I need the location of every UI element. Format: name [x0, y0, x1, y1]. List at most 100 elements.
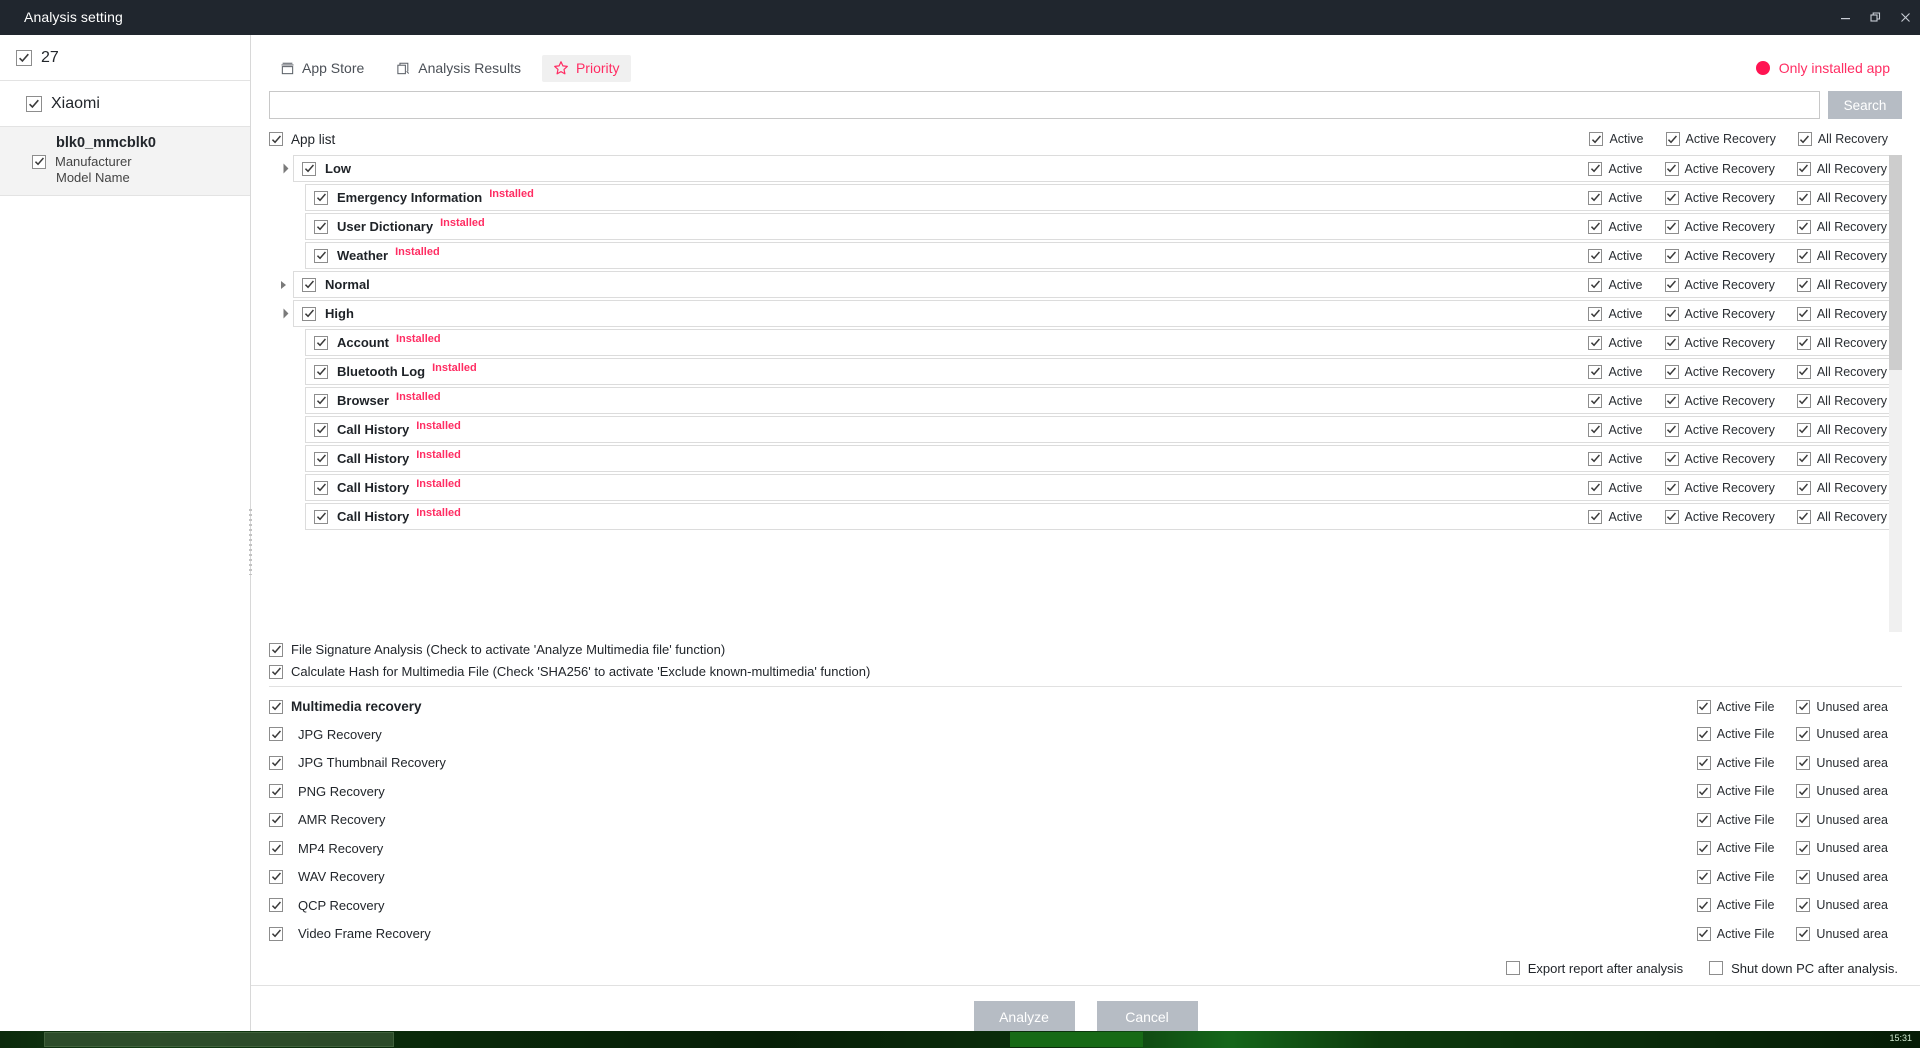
- app-2-5-2-option-checkbox[interactable]: [1796, 480, 1811, 495]
- app-0-1-2-option-checkbox[interactable]: [1796, 219, 1811, 234]
- app-2-1-2-option[interactable]: All Recovery: [1796, 364, 1887, 379]
- file-signature-analysis-row[interactable]: File Signature Analysis (Check to activa…: [269, 642, 1902, 657]
- multimedia-item-row[interactable]: WAV Recovery Active File Unused area: [251, 863, 1920, 892]
- app-2-3-0-option-checkbox[interactable]: [1588, 422, 1603, 437]
- app-2-6-0-option-checkbox[interactable]: [1588, 509, 1603, 524]
- sidebar-vendor-row[interactable]: Xiaomi: [0, 81, 250, 127]
- app-2-3-2-option[interactable]: All Recovery: [1796, 422, 1887, 437]
- footer-option[interactable]: Export report after analysis: [1505, 961, 1683, 976]
- app-0-2-1-option-checkbox[interactable]: [1664, 248, 1679, 263]
- group-1-1-option[interactable]: Active Recovery: [1664, 277, 1775, 292]
- group-checkbox[interactable]: [302, 306, 316, 321]
- app-2-6-0-option[interactable]: Active: [1588, 509, 1643, 524]
- app-2-4-2-option-checkbox[interactable]: [1796, 451, 1811, 466]
- mm-2-0-option-checkbox[interactable]: [1696, 784, 1711, 799]
- group-1-0-option[interactable]: Active: [1588, 277, 1643, 292]
- file-signature-analysis-checkbox[interactable]: [269, 642, 283, 657]
- mm-1-1-option[interactable]: Unused area: [1796, 755, 1888, 770]
- app-checkbox[interactable]: [314, 248, 328, 263]
- app-2-0-0-option-checkbox[interactable]: [1588, 335, 1603, 350]
- app-list-header-0-option-checkbox[interactable]: [1589, 132, 1604, 146]
- app-2-0-1-option[interactable]: Active Recovery: [1664, 335, 1775, 350]
- mm-2-1-option[interactable]: Unused area: [1796, 784, 1888, 799]
- app-0-1-1-option[interactable]: Active Recovery: [1664, 219, 1775, 234]
- group-1-1-option-checkbox[interactable]: [1664, 277, 1679, 292]
- calculate-hash-row[interactable]: Calculate Hash for Multimedia File (Chec…: [269, 664, 1902, 679]
- multimedia-item-row[interactable]: Video Frame Recovery Active File Unused ar…: [251, 920, 1920, 949]
- group-2-1-option[interactable]: Active Recovery: [1664, 306, 1775, 321]
- group-1-0-option-checkbox[interactable]: [1588, 277, 1603, 292]
- sidebar-splitter[interactable]: [246, 35, 255, 1048]
- app-0-0-0-option[interactable]: Active: [1588, 190, 1643, 205]
- app-list-checkbox[interactable]: [269, 132, 283, 146]
- search-input[interactable]: [269, 91, 1820, 119]
- app-2-5-0-option-checkbox[interactable]: [1588, 480, 1603, 495]
- app-2-0-0-option[interactable]: Active: [1588, 335, 1643, 350]
- footer-option-checkbox[interactable]: [1709, 961, 1724, 975]
- mm-0-1-option[interactable]: Unused area: [1796, 727, 1888, 742]
- app-2-1-1-option[interactable]: Active Recovery: [1664, 364, 1775, 379]
- app-2-5-1-option-checkbox[interactable]: [1664, 480, 1679, 495]
- group-0-2-option[interactable]: All Recovery: [1796, 161, 1887, 176]
- multimedia-item-row[interactable]: MP4 Recovery Active File Unused area: [251, 834, 1920, 863]
- app-0-0-2-option[interactable]: All Recovery: [1796, 190, 1887, 205]
- multimedia-item-checkbox[interactable]: [269, 784, 283, 799]
- group-2-0-option-checkbox[interactable]: [1588, 306, 1603, 321]
- device-manufacturer-row[interactable]: Manufacturer: [0, 154, 250, 169]
- tab-app-store[interactable]: App Store: [269, 55, 375, 82]
- app-list-scrollbar-thumb[interactable]: [1889, 155, 1902, 370]
- multimedia-recovery-checkbox[interactable]: [269, 699, 283, 714]
- multimedia-item-row[interactable]: JPG Recovery Active File Unused area: [251, 720, 1920, 749]
- app-checkbox[interactable]: [314, 190, 328, 205]
- multimedia-item-checkbox[interactable]: [269, 869, 283, 884]
- app-row[interactable]: Call History Installed Active Active Recove…: [269, 474, 1902, 501]
- mm-4-1-option[interactable]: Unused area: [1796, 841, 1888, 856]
- mm-6-0-option-checkbox[interactable]: [1696, 898, 1711, 913]
- app-list-header-0-option[interactable]: Active: [1589, 132, 1644, 146]
- priority-group-row[interactable]: Normal Active Active Recovery All Recovery: [269, 271, 1902, 298]
- app-0-2-2-option-checkbox[interactable]: [1796, 248, 1811, 263]
- app-checkbox[interactable]: [314, 422, 328, 437]
- app-2-0-2-option-checkbox[interactable]: [1796, 335, 1811, 350]
- mm-3-0-option[interactable]: Active File: [1696, 812, 1774, 827]
- app-list-header-2-option-checkbox[interactable]: [1797, 132, 1812, 146]
- group-0-1-option-checkbox[interactable]: [1664, 161, 1679, 176]
- mm-7-0-option-checkbox[interactable]: [1696, 926, 1711, 941]
- app-0-2-0-option-checkbox[interactable]: [1588, 248, 1603, 263]
- tab-analysis-results[interactable]: Analysis Results: [385, 55, 532, 82]
- app-2-5-1-option[interactable]: Active Recovery: [1664, 480, 1775, 495]
- mm-5-1-option-checkbox[interactable]: [1796, 869, 1811, 884]
- app-2-1-1-option-checkbox[interactable]: [1664, 364, 1679, 379]
- group-checkbox[interactable]: [302, 161, 316, 176]
- mm-header-1-option[interactable]: Unused area: [1796, 699, 1888, 714]
- search-button[interactable]: Search: [1828, 91, 1902, 119]
- app-row[interactable]: Account Installed Active Active Recovery All…: [269, 329, 1902, 356]
- analyze-button[interactable]: Analyze: [973, 1001, 1075, 1033]
- sidebar-device-item[interactable]: blk0_mmcblk0 Manufacturer Model Name: [0, 127, 250, 196]
- multimedia-item-checkbox[interactable]: [269, 841, 283, 856]
- priority-group-row[interactable]: High Active Active Recovery All Recovery: [269, 300, 1902, 327]
- app-2-4-2-option[interactable]: All Recovery: [1796, 451, 1887, 466]
- mm-3-1-option-checkbox[interactable]: [1796, 812, 1811, 827]
- group-2-0-option[interactable]: Active: [1588, 306, 1643, 321]
- app-list-scrollbar[interactable]: [1889, 155, 1902, 632]
- multimedia-item-checkbox[interactable]: [269, 926, 283, 941]
- app-checkbox[interactable]: [314, 335, 328, 350]
- app-list-header-1-option-checkbox[interactable]: [1665, 132, 1680, 146]
- app-2-3-0-option[interactable]: Active: [1588, 422, 1643, 437]
- app-row[interactable]: Call History Installed Active Active Recove…: [269, 445, 1902, 472]
- app-2-3-1-option[interactable]: Active Recovery: [1664, 422, 1775, 437]
- app-2-4-0-option[interactable]: Active: [1588, 451, 1643, 466]
- footer-option[interactable]: Shut down PC after analysis.: [1709, 961, 1898, 976]
- sidebar-vendor-checkbox[interactable]: [26, 95, 42, 112]
- multimedia-item-checkbox[interactable]: [269, 755, 283, 770]
- app-list-header-1-option[interactable]: Active Recovery: [1665, 132, 1776, 146]
- app-list-header-2-option[interactable]: All Recovery: [1797, 132, 1888, 146]
- app-row[interactable]: Call History Installed Active Active Recove…: [269, 503, 1902, 530]
- app-row[interactable]: Call History Installed Active Active Recove…: [269, 416, 1902, 443]
- app-0-0-1-option[interactable]: Active Recovery: [1664, 190, 1775, 205]
- mm-3-1-option[interactable]: Unused area: [1796, 812, 1888, 827]
- app-checkbox[interactable]: [314, 509, 328, 524]
- group-expand-toggle[interactable]: [273, 155, 293, 182]
- mm-5-0-option-checkbox[interactable]: [1696, 869, 1711, 884]
